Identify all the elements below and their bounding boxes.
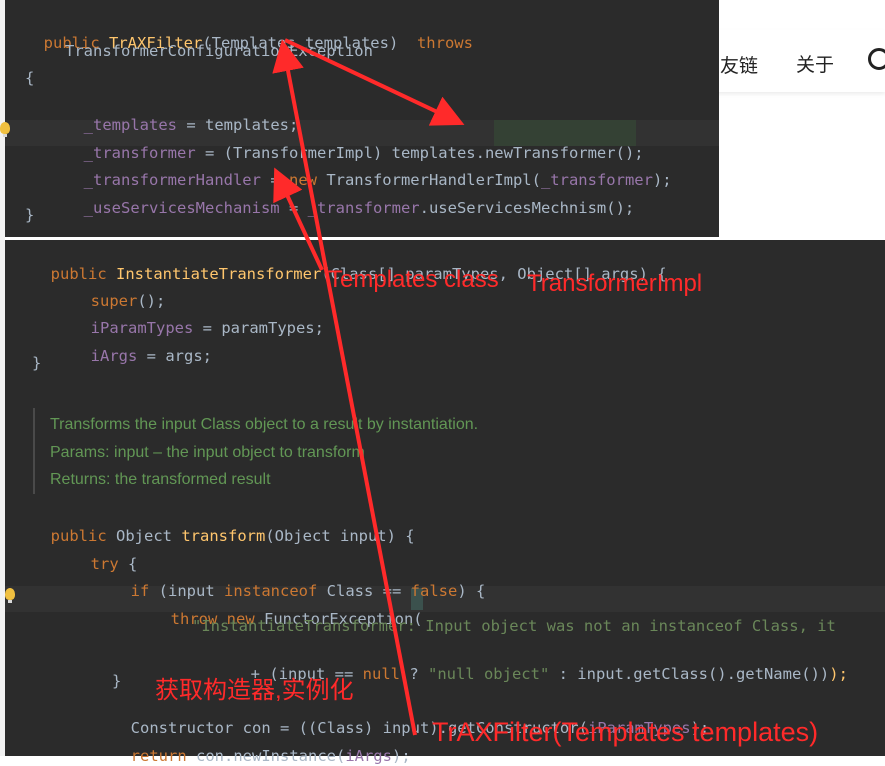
annotation-templates-class: Templates class — [328, 266, 499, 293]
arrow-to-new-transformer — [284, 38, 465, 126]
arrow-from-traxfilter-up — [272, 39, 417, 736]
annotation-get-constructor: 获取构造器,实例化 — [155, 677, 354, 704]
annotation-transformer-impl: TransformerImpl — [527, 270, 703, 297]
annotation-arrows — [272, 38, 465, 736]
annotation-traxfilter: TrAXFilter(Templates templates) — [432, 717, 819, 747]
